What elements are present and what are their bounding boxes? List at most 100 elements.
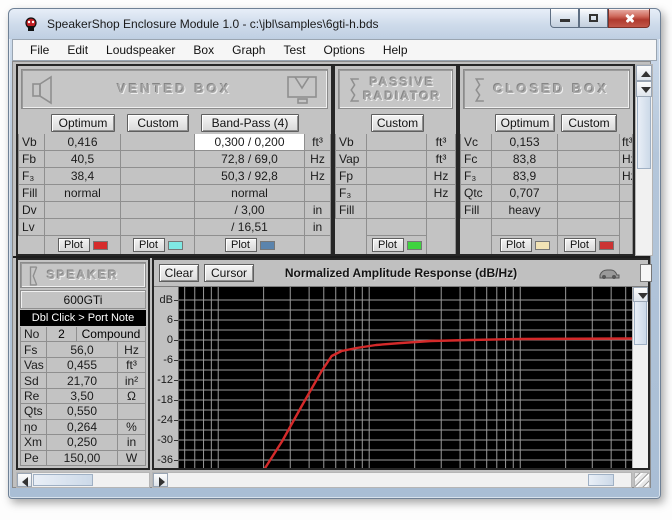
menu-file[interactable]: File bbox=[21, 41, 58, 59]
pr-custom-vap bbox=[367, 151, 427, 168]
passive-radiator-panel: PASSIVERADIATOR Custom Vb ft³ Vap ft³ Fp bbox=[333, 64, 458, 256]
vented-custom-button[interactable]: Custom bbox=[127, 114, 189, 132]
graph-vertical-scrollbar[interactable] bbox=[632, 287, 648, 468]
vented-bandpass-plot-button[interactable]: Plot bbox=[225, 238, 257, 252]
graph-header: Clear Cursor Normalized Amplitude Respon… bbox=[154, 260, 648, 287]
client-area: VENTED BOX Optimum Custom Band-Pass (4) bbox=[12, 61, 651, 488]
clipped-toolbar-button[interactable] bbox=[640, 264, 652, 282]
row-label: Lv bbox=[18, 219, 45, 236]
y-axis-tick-label: -30 bbox=[151, 434, 173, 446]
scroll-left-button[interactable] bbox=[17, 473, 32, 487]
menu-edit[interactable]: Edit bbox=[58, 41, 97, 59]
title-bar[interactable]: SpeakerShop Enclosure Module 1.0 - c:\jb… bbox=[9, 9, 660, 39]
vented-custom-f3 bbox=[121, 168, 195, 185]
vented-box-diagram-icon bbox=[285, 74, 319, 106]
speaker-re: 3,50 bbox=[47, 389, 118, 404]
pr-plot-button[interactable]: Plot bbox=[372, 238, 404, 252]
unit-label: Hz bbox=[427, 168, 456, 185]
speaker-icon bbox=[27, 265, 45, 287]
vented-custom-dv bbox=[121, 202, 195, 219]
y-axis-tick-label: 0 bbox=[151, 334, 173, 346]
graph-horizontal-scrollbar[interactable] bbox=[152, 472, 632, 488]
scrollbar-thumb[interactable] bbox=[33, 474, 93, 486]
vented-bandpass-dv: / 3,00 bbox=[195, 202, 305, 219]
speaker-model-button[interactable]: 600GTi bbox=[20, 290, 146, 309]
row-label: Xm bbox=[20, 435, 47, 450]
pr-custom-button[interactable]: Custom bbox=[371, 114, 424, 132]
minimize-button[interactable] bbox=[550, 9, 579, 28]
speaker-header: SPEAKER bbox=[20, 262, 146, 288]
y-axis-tick-label: -36 bbox=[151, 454, 173, 466]
plot-area[interactable] bbox=[178, 287, 632, 468]
speaker-scrollbar[interactable] bbox=[16, 472, 150, 488]
row-label: Vas bbox=[20, 358, 47, 373]
menu-loudspeaker[interactable]: Loudspeaker bbox=[97, 41, 184, 59]
vented-optimum-button[interactable]: Optimum bbox=[51, 114, 115, 132]
unit-label: % bbox=[118, 420, 146, 435]
maximize-icon bbox=[589, 14, 598, 22]
unit-label bbox=[620, 185, 633, 202]
menu-help[interactable]: Help bbox=[374, 41, 417, 59]
left-arrow-icon bbox=[22, 477, 28, 487]
menu-test[interactable]: Test bbox=[274, 41, 314, 59]
unit-label: ft³ bbox=[305, 134, 331, 151]
closed-custom-button[interactable]: Custom bbox=[561, 114, 617, 132]
car-icon[interactable] bbox=[598, 266, 620, 280]
closed-optimum-button[interactable]: Optimum bbox=[495, 114, 555, 132]
speaker-pe: 150,00 bbox=[47, 451, 118, 466]
row-label: ηo bbox=[20, 420, 47, 435]
unit-label: ft³ bbox=[620, 134, 633, 151]
row-label: Pe bbox=[20, 451, 47, 466]
closed-optimum-qtc: 0,707 bbox=[492, 185, 558, 202]
speaker-xm: 0,250 bbox=[47, 435, 118, 450]
row-label: Sd bbox=[20, 373, 47, 388]
vented-custom-plot-button[interactable]: Plot bbox=[133, 238, 165, 252]
vented-optimum-plot-button[interactable]: Plot bbox=[58, 238, 90, 252]
unit-label bbox=[427, 202, 456, 219]
vented-box-panel: VENTED BOX Optimum Custom Band-Pass (4) bbox=[16, 64, 333, 256]
closed-box-buttons: Optimum Custom bbox=[460, 112, 633, 134]
closed-box-title: CLOSED BOX bbox=[494, 82, 610, 96]
vented-custom-fb bbox=[121, 151, 195, 168]
graph-body: dB60-6-12-18-24-30-36 bbox=[154, 287, 648, 468]
vented-bandpass-vb-field[interactable]: 0,300 / 0,200 bbox=[195, 134, 305, 151]
row-label: Fs bbox=[20, 342, 47, 357]
scroll-up-button[interactable] bbox=[636, 65, 652, 81]
passive-radiator-buttons: Custom bbox=[335, 112, 456, 134]
closed-custom-f3 bbox=[558, 168, 620, 185]
box-panels-scrollbar[interactable] bbox=[635, 64, 653, 256]
menu-box[interactable]: Box bbox=[184, 41, 223, 59]
scroll-down-button[interactable] bbox=[633, 287, 648, 302]
speaker-mode-select[interactable]: Compound bbox=[77, 327, 146, 341]
menu-options[interactable]: Options bbox=[314, 41, 373, 59]
closed-optimum-plot-button[interactable]: Plot bbox=[500, 238, 532, 252]
scrollbar-thumb[interactable] bbox=[588, 474, 614, 486]
row-label: Fc bbox=[460, 151, 492, 168]
plot-color-swatch-cream bbox=[535, 241, 550, 250]
plot-color-swatch-red bbox=[93, 241, 108, 250]
closed-box-header: CLOSED BOX bbox=[463, 69, 630, 109]
row-label: Fp bbox=[335, 168, 367, 185]
row-label: F₃ bbox=[335, 185, 367, 202]
vented-optimum-vb: 0,416 bbox=[45, 134, 121, 151]
close-button[interactable] bbox=[608, 9, 650, 28]
unit-label bbox=[620, 202, 633, 219]
closed-custom-plot-button[interactable]: Plot bbox=[564, 238, 596, 252]
maximize-button[interactable] bbox=[579, 9, 608, 28]
up-arrow-icon bbox=[641, 71, 651, 77]
scroll-down-button[interactable] bbox=[636, 81, 652, 97]
unit-label: in² bbox=[118, 373, 146, 388]
unit-label: in bbox=[305, 202, 331, 219]
vented-bandpass-button[interactable]: Band-Pass (4) bbox=[201, 114, 299, 132]
y-axis-tick-label: -24 bbox=[151, 414, 173, 426]
scroll-right-button[interactable] bbox=[153, 473, 168, 487]
speaker-icon bbox=[30, 74, 56, 106]
unit-label: Hz bbox=[620, 151, 633, 168]
closed-optimum-fc: 83,8 bbox=[492, 151, 558, 168]
unit-label: in bbox=[118, 435, 146, 450]
speaker-sd: 21,70 bbox=[47, 373, 118, 388]
port-note-bar[interactable]: Dbl Click > Port Note bbox=[20, 310, 146, 326]
menu-graph[interactable]: Graph bbox=[223, 41, 274, 59]
row-label: Vb bbox=[18, 134, 45, 151]
resize-grip[interactable] bbox=[634, 472, 650, 488]
